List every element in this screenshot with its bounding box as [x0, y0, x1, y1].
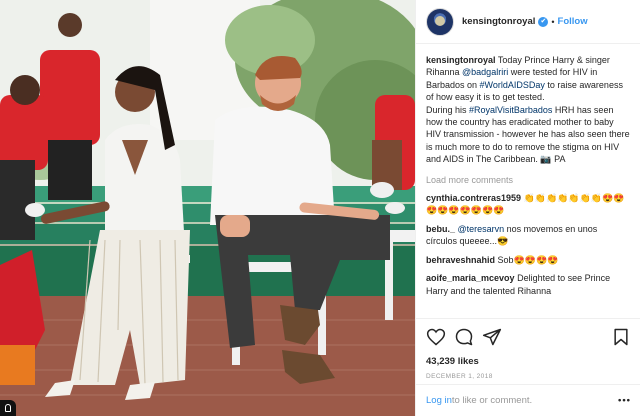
comment-mention[interactable]: @teresarvn: [455, 224, 505, 234]
post-side-panel: kensingtonroyal ✔ • Follow kensingtonroy…: [415, 0, 640, 416]
likes-count[interactable]: 43,239 likes: [426, 356, 631, 367]
comment-text: Sob😍😍😍😍: [495, 254, 559, 265]
comment-username[interactable]: bebu._: [426, 224, 455, 234]
comments-section[interactable]: kensingtonroyal Today Prince Harry & sin…: [416, 44, 640, 314]
post-username[interactable]: kensingtonroyal: [462, 16, 535, 27]
login-text: to like or comment.: [451, 395, 533, 406]
follow-button[interactable]: Follow: [558, 16, 588, 27]
photo-illustration: [0, 0, 415, 416]
post-date[interactable]: December 1, 2018: [426, 373, 631, 380]
post-actions: 43,239 likes December 1, 2018: [416, 318, 640, 380]
verified-badge-icon: ✔: [538, 16, 549, 27]
header-separator: •: [551, 16, 555, 27]
comment-icon[interactable]: [454, 327, 474, 347]
load-more-comments-button[interactable]: Load more comments: [426, 174, 630, 186]
caption-hashtag-worldaidsday[interactable]: #WorldAIDSDay: [480, 80, 545, 90]
user-tag-icon[interactable]: [0, 400, 16, 416]
comment-item: aoife_maria_mcevoy Delighted to see Prin…: [426, 272, 630, 297]
caption-hashtag-royalvisit[interactable]: #RoyalVisitBarbados: [469, 105, 552, 115]
heart-icon[interactable]: [426, 327, 446, 347]
comment-username[interactable]: aoife_maria_mcevoy: [426, 273, 515, 283]
caption-username[interactable]: kensingtonroyal: [426, 55, 496, 65]
action-icons: [426, 326, 631, 348]
share-icon[interactable]: [482, 327, 502, 347]
comment-item: bebu._ @teresarvn nos movemos en unos cí…: [426, 223, 630, 248]
post-photo[interactable]: [0, 0, 415, 416]
comment-username[interactable]: behraveshnahid: [426, 255, 495, 265]
comment-item: behraveshnahid Sob😍😍😍😍: [426, 254, 630, 266]
comment-username[interactable]: cynthia.contreras1959: [426, 193, 521, 203]
login-bar: Log in to like or comment. •••: [416, 384, 640, 416]
caption-text-4: During his: [426, 104, 470, 115]
bookmark-icon[interactable]: [611, 327, 631, 347]
comment-item: cynthia.contreras1959 👏👏👏👏👏👏👏😍😍😍😍😍😍😍😍😍: [426, 192, 630, 217]
caption: kensingtonroyal Today Prince Harry & sin…: [426, 54, 630, 166]
more-options-icon[interactable]: •••: [618, 395, 631, 406]
caption-mention[interactable]: @badgalriri: [462, 67, 508, 77]
login-link[interactable]: Log in: [426, 395, 452, 406]
post-header: kensingtonroyal ✔ • Follow: [416, 0, 640, 44]
avatar[interactable]: [426, 7, 454, 36]
